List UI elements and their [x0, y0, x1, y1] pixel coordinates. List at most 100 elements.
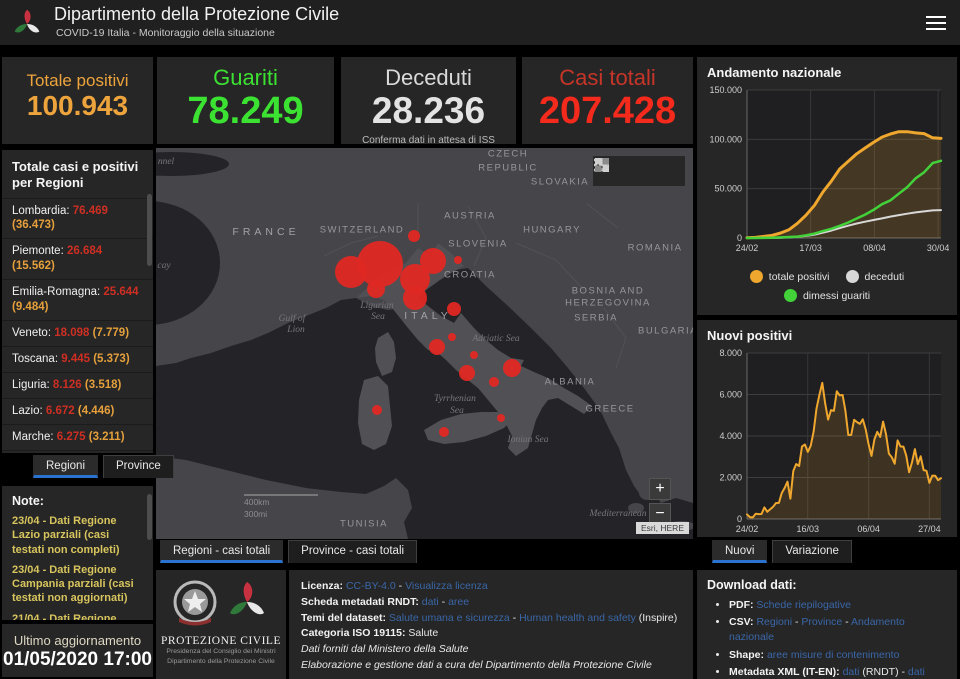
text: - — [395, 580, 406, 592]
link[interactable]: aree misure di contenimento — [767, 649, 900, 661]
note-line: 23/04 - Dati Regione Lazio parziali (cas… — [12, 515, 120, 556]
region-row[interactable]: Marche: 6.275 (3.211) — [2, 423, 153, 450]
menu-icon[interactable] — [926, 16, 946, 30]
case-bubble[interactable] — [403, 286, 427, 310]
text: Scheda metadati RNDT: — [301, 595, 422, 608]
link[interactable]: Visualizza licenza — [405, 580, 488, 592]
text: Temi del dataset: — [301, 611, 389, 624]
notes-scrollbar[interactable] — [147, 494, 152, 540]
last-update-value: 01/05/2020 17:00 — [3, 649, 152, 670]
tab-regioni-casi-totali[interactable]: Regioni - casi totali — [160, 540, 284, 563]
protezione-civile-logo-icon — [14, 9, 40, 33]
dashboard: Dipartimento della Protezione Civile COV… — [0, 0, 960, 679]
case-bubble[interactable] — [429, 339, 445, 355]
link[interactable]: CC-BY-4.0 — [346, 580, 396, 592]
text: PDF: — [729, 599, 757, 611]
legend-dot-icon — [845, 270, 859, 283]
link[interactable]: dati — [908, 666, 925, 678]
scale-km: 400km — [244, 496, 270, 507]
tab-variazione[interactable]: Variazione — [772, 540, 852, 563]
map-layer-tabs: Regioni - casi totali Province - casi tot… — [160, 540, 418, 563]
text: Salute — [408, 627, 439, 640]
regions-list-panel: Totale casi e positivi per Regioni Lomba… — [2, 150, 153, 453]
svg-text:27/04: 27/04 — [918, 524, 941, 534]
download-panel: Download dati: PDF: Schede riepilogative… — [697, 570, 957, 679]
link[interactable]: dati — [843, 666, 860, 678]
link[interactable]: Regioni — [756, 616, 792, 628]
total-cases-card: Casi totali 207.428 — [522, 57, 693, 144]
link[interactable]: aree — [448, 596, 469, 608]
map-toolbar — [593, 156, 685, 186]
basemap-icon[interactable] — [593, 156, 611, 174]
case-bubble[interactable] — [408, 230, 420, 242]
text: Categoria ISO 19115: — [301, 627, 409, 640]
svg-text:24/02: 24/02 — [736, 524, 759, 534]
region-row[interactable]: Liguria: 8.126 (3.518) — [2, 372, 153, 398]
case-bubble[interactable] — [367, 280, 385, 298]
regions-list: Lombardia: 76.469 (36.473) Piemonte: 26.6… — [2, 197, 153, 454]
region-row[interactable]: Piemonte: 26.684 (15.562) — [2, 238, 153, 279]
tab-regioni[interactable]: Regioni — [33, 455, 98, 478]
svg-text:50.000: 50.000 — [714, 184, 742, 194]
recovered-label: Guariti — [213, 65, 278, 90]
region-row[interactable]: Campania: 4.444 (2.753) — [2, 449, 153, 453]
app-title: Dipartimento della Protezione Civile — [54, 4, 340, 24]
text: - — [842, 616, 852, 629]
map-canvas — [156, 148, 693, 539]
header: Dipartimento della Protezione Civile COV… — [0, 0, 960, 45]
license-lines: Licenza: CC-BY-4.0 - Visualizza licenza S… — [301, 579, 681, 674]
institution-logos-icon — [173, 580, 264, 626]
region-row[interactable]: Emilia-Romagna: 25.644 (9.484) — [2, 279, 153, 320]
license-line: Temi del dataset: Salute umana e sicurez… — [301, 611, 681, 627]
case-bubble[interactable] — [372, 405, 382, 415]
link[interactable]: Human health and safety — [519, 612, 636, 624]
region-row[interactable]: Lazio: 6.672 (4.446) — [2, 397, 153, 424]
case-bubble[interactable] — [470, 351, 478, 359]
total-positives-label: Totale positivi — [26, 71, 129, 90]
text: Metadata XML (IT-EN): — [729, 665, 843, 678]
case-bubble[interactable] — [448, 333, 456, 341]
link[interactable]: dati — [422, 596, 439, 608]
tab-province[interactable]: Province — [103, 455, 174, 478]
region-row[interactable]: Lombardia: 76.469 (36.473) — [2, 197, 153, 239]
legend-dot-icon — [783, 289, 797, 302]
svg-text:6.000: 6.000 — [719, 390, 742, 400]
national-trend-panel: Andamento nazionale 24/02 17/03 08/04 30/04… — [697, 57, 957, 315]
legend-item: totale positivi — [749, 270, 830, 283]
regions-scrollbar[interactable] — [147, 194, 152, 266]
tab-nuovi[interactable]: Nuovi — [712, 540, 768, 563]
note-line: 21/04 - Dati Regione Lombardia parziali … — [12, 612, 117, 620]
link[interactable]: Schede riepilogative — [756, 599, 851, 611]
case-bubble[interactable] — [503, 359, 521, 377]
svg-text:100.000: 100.000 — [709, 134, 742, 144]
total-positives-value: 100.943 — [26, 90, 129, 121]
link[interactable]: Province — [801, 616, 842, 628]
case-bubble[interactable] — [439, 427, 449, 437]
region-row[interactable]: Veneto: 18.098 (7.779) — [2, 320, 153, 346]
map-scalebar: 400km 300mi — [244, 493, 318, 522]
download-item: PDF: Schede riepilogative — [729, 598, 947, 613]
case-bubble[interactable] — [447, 302, 461, 316]
org-line1: Presidenza del Consiglio dei Ministri — [166, 648, 276, 655]
tab-province-casi-totali[interactable]: Province - casi totali — [288, 540, 418, 563]
zoom-in-button[interactable]: + — [649, 478, 671, 500]
org-name: PROTEZIONE CIVILE — [161, 635, 281, 647]
region-row[interactable]: Toscana: 9.445 (5.373) — [2, 346, 153, 372]
text: Licenza: — [301, 580, 346, 592]
license-line: Elaborazione e gestione dati a cura del … — [301, 658, 681, 674]
text: Shape: — [729, 648, 767, 661]
case-bubble[interactable] — [357, 241, 403, 287]
national-trend-legend: totale positivi deceduti dimessi guariti — [697, 267, 957, 305]
case-bubble[interactable] — [489, 377, 499, 387]
link[interactable]: Salute umana e sicurezza — [389, 612, 510, 624]
license-panel: Licenza: CC-BY-4.0 - Visualizza licenza S… — [289, 570, 693, 679]
license-line: Licenza: CC-BY-4.0 - Visualizza licenza — [301, 579, 681, 595]
italy-map[interactable]: CZECH REPUBLIC SLOVAKIA AUSTRIA HUNGARY SLOVE… — [156, 148, 693, 539]
case-bubble[interactable] — [497, 414, 505, 422]
svg-text:2.000: 2.000 — [719, 473, 742, 483]
pc-emblem-icon — [230, 582, 264, 615]
republic-emblem-icon — [173, 580, 217, 626]
map-attribution[interactable]: Esri, HERE — [636, 522, 689, 534]
case-bubble[interactable] — [454, 256, 462, 264]
case-bubble[interactable] — [459, 365, 475, 381]
